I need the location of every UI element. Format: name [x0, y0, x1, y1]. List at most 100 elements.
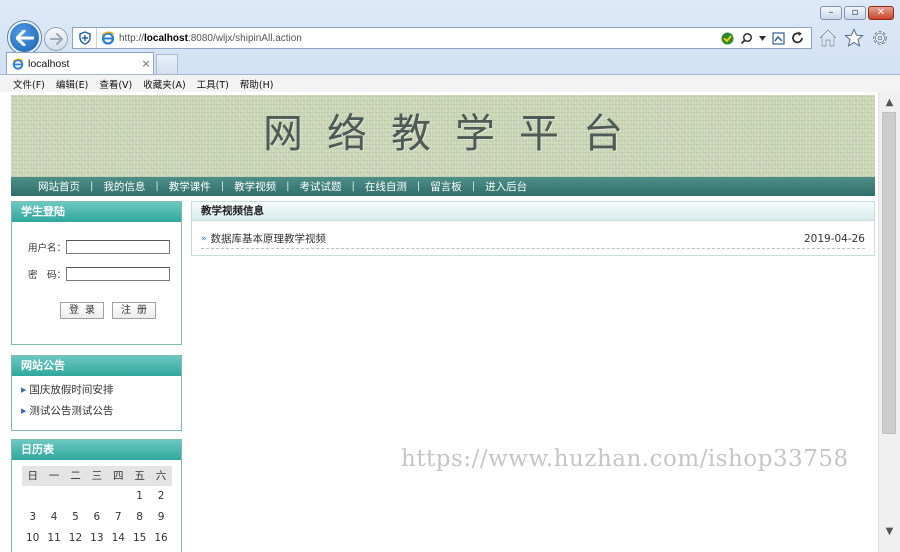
scrollbar-thumb[interactable]	[882, 112, 896, 434]
day-cell[interactable]: 10	[22, 528, 43, 549]
maximize-icon: ▫	[851, 7, 859, 18]
maximize-button[interactable]: ▫	[844, 6, 866, 20]
video-list-heading: 教学视频信息	[192, 202, 874, 221]
day-cell[interactable]: 13	[86, 528, 107, 549]
notice-item[interactable]: ▶ 国庆放假时间安排	[21, 382, 113, 397]
close-icon: ✕	[876, 7, 886, 18]
menu-favorites[interactable]: 收藏夹(A)	[143, 77, 185, 91]
password-input[interactable]	[66, 267, 170, 281]
nav-exams[interactable]: 考试试题	[300, 179, 342, 194]
new-tab-button[interactable]	[156, 54, 178, 74]
scroll-down-icon[interactable]: ▼	[879, 523, 900, 540]
calendar-panel: 日历表 日 一 二 三 四 五 六 1 2 3 4 5 6 7 8 9 10 1…	[11, 439, 182, 552]
day-cell[interactable]: 4	[43, 507, 64, 528]
double-chevron-icon: »	[201, 233, 207, 244]
calendar-grid: 日 一 二 三 四 五 六 1 2 3 4 5 6 7 8 9 10 11 12…	[22, 466, 172, 549]
day-cell[interactable]: 6	[86, 507, 107, 528]
nav-home[interactable]: 网站首页	[38, 179, 80, 194]
calendar-weekday-row: 日 一 二 三 四 五 六	[22, 466, 172, 486]
address-tools	[721, 31, 811, 45]
chevron-down-icon[interactable]	[759, 35, 766, 41]
minimize-button[interactable]: –	[820, 6, 842, 20]
nav-self-test[interactable]: 在线自测	[365, 179, 407, 194]
day-cell[interactable]: 14	[108, 528, 129, 549]
refresh-icon[interactable]	[791, 31, 805, 45]
day-cell[interactable]: 15	[129, 528, 150, 549]
day-cell	[86, 486, 107, 507]
weekday-cell: 一	[48, 470, 60, 482]
register-button[interactable]: 注册	[112, 302, 156, 319]
nav-separator: |	[220, 181, 225, 192]
login-heading: 学生登陆	[12, 202, 181, 222]
tab-localhost[interactable]: localhost ×	[6, 52, 154, 74]
forward-button[interactable]	[44, 27, 68, 51]
web-page: 网络教学平台 网站首页 | 我的信息 | 教学课件 | 教学视频 | 考试试题 …	[11, 92, 875, 552]
nav-courseware[interactable]: 教学课件	[169, 179, 211, 194]
search-icon[interactable]	[740, 32, 753, 45]
menu-tools[interactable]: 工具(T)	[197, 77, 229, 91]
nav-admin[interactable]: 进入后台	[485, 179, 527, 194]
tab-title: localhost	[28, 57, 70, 70]
url-path: :8080/wljx/shipinAll.action	[187, 32, 302, 44]
address-url[interactable]: http://localhost:8080/wljx/shipinAll.act…	[119, 33, 721, 44]
notice-item-title: 测试公告测试公告	[29, 405, 114, 417]
nav-separator: |	[416, 181, 421, 192]
day-cell[interactable]: 2	[150, 486, 171, 507]
nav-videos[interactable]: 教学视频	[234, 179, 276, 194]
favorites-star-icon[interactable]	[844, 28, 864, 48]
nav-separator: |	[286, 181, 290, 192]
day-cell[interactable]: 9	[150, 507, 171, 528]
day-cell[interactable]: 1	[129, 486, 150, 507]
tab-close-icon[interactable]: ×	[139, 57, 153, 70]
menu-help[interactable]: 帮助(H)	[240, 77, 274, 91]
nav-separator: |	[155, 181, 159, 192]
home-icon[interactable]	[818, 28, 838, 48]
page-cert-icon[interactable]	[772, 31, 785, 45]
nav-separator: |	[351, 181, 355, 192]
calendar-week-row: 10 11 12 13 14 15 16	[22, 528, 172, 549]
notice-heading: 网站公告	[12, 356, 181, 376]
url-host: localhost	[144, 32, 188, 44]
window-controls: – ▫ ✕	[820, 6, 894, 20]
menu-edit[interactable]: 编辑(E)	[56, 77, 88, 91]
day-cell	[43, 486, 64, 507]
day-cell[interactable]: 16	[150, 528, 171, 549]
video-title[interactable]: 数据库基本原理教学视频	[211, 231, 804, 246]
video-list-item[interactable]: » 数据库基本原理教学视频 2019-04-26	[201, 229, 865, 249]
forward-arrow-icon	[49, 33, 63, 45]
bullet-icon: ▶	[21, 406, 27, 415]
menu-view[interactable]: 查看(V)	[99, 77, 132, 91]
vertical-scrollbar[interactable]: ▲ ▼	[878, 92, 900, 552]
address-bar[interactable]: http://localhost:8080/wljx/shipinAll.act…	[72, 27, 812, 49]
shield-icon	[78, 31, 91, 45]
browser-right-icons	[818, 28, 890, 48]
menu-file[interactable]: 文件(F)	[13, 77, 45, 91]
site-nav: 网站首页 | 我的信息 | 教学课件 | 教学视频 | 考试试题 | 在线自测 …	[11, 177, 875, 196]
login-buttons: 登录 注册	[60, 302, 156, 319]
nav-guestbook[interactable]: 留言板	[430, 179, 462, 194]
notice-item-title: 国庆放假时间安排	[29, 384, 114, 396]
day-cell[interactable]: 7	[108, 507, 129, 528]
day-cell[interactable]: 8	[129, 507, 150, 528]
url-prefix: http://	[119, 32, 145, 44]
site-banner: 网络教学平台	[11, 95, 875, 177]
address-history-dropdown[interactable]	[73, 28, 97, 48]
day-cell	[65, 486, 86, 507]
day-cell[interactable]: 5	[65, 507, 86, 528]
day-cell[interactable]: 12	[65, 528, 86, 549]
login-button[interactable]: 登录	[60, 302, 104, 319]
gear-icon[interactable]	[870, 28, 890, 48]
scroll-up-icon[interactable]: ▲	[879, 94, 900, 111]
day-cell[interactable]: 3	[22, 507, 43, 528]
weekday-cell: 二	[70, 470, 81, 482]
compat-view-icon[interactable]	[721, 32, 734, 45]
minimize-icon: –	[828, 7, 834, 18]
weekday-cell: 四	[113, 470, 124, 482]
video-date: 2019-04-26	[803, 232, 865, 245]
notice-item[interactable]: ▶ 测试公告测试公告	[21, 403, 113, 418]
day-cell[interactable]: 11	[43, 528, 64, 549]
close-window-button[interactable]: ✕	[868, 6, 894, 20]
notice-panel: 网站公告 ▶ 国庆放假时间安排 ▶ 测试公告测试公告	[11, 355, 182, 431]
username-input[interactable]	[66, 240, 170, 254]
nav-my-info[interactable]: 我的信息	[103, 179, 145, 194]
